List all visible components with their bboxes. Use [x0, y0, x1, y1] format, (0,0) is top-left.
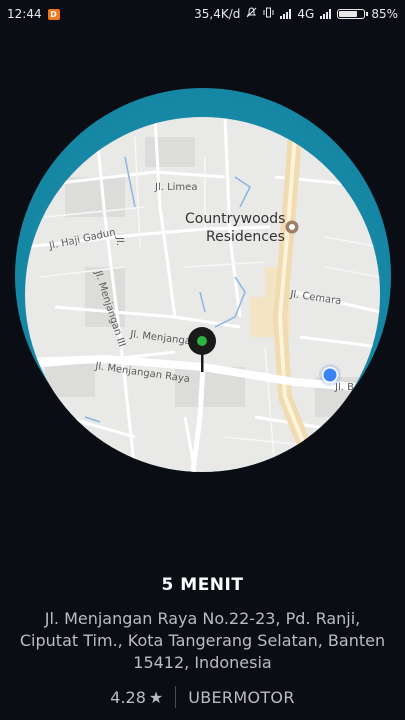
star-icon: ★ [148, 687, 164, 707]
poi-label-line2: Residences [206, 229, 285, 245]
current-location-icon [319, 364, 341, 386]
pickup-map[interactable]: Jl. Limea Jl. Haji Gadun Jl. Jl. Menjang… [25, 117, 380, 472]
street-label-small: Jl. [114, 236, 125, 246]
poi-label-line1: Countrywoods [185, 211, 285, 227]
signal-icon-sim2 [320, 9, 332, 19]
vehicle-type: UBERMOTOR [188, 687, 295, 707]
street-label-partial: Jl. B [334, 382, 354, 393]
signal-icon-sim1 [280, 9, 292, 19]
vibrate-icon [263, 7, 274, 21]
status-bar: 12:44 D 35,4K/d 4G 85% [0, 0, 405, 28]
mute-icon [246, 7, 257, 21]
rating-value: 4.28 [110, 687, 146, 707]
map-canvas: Jl. Limea Jl. Haji Gadun Jl. Jl. Menjang… [25, 117, 380, 472]
network-type: 4G [297, 7, 315, 21]
clock: 12:44 [7, 7, 42, 21]
uber-request-screen: 12:44 D 35,4K/d 4G 85% Jl. Limea Jl. Haj… [0, 0, 405, 720]
poi-marker-icon[interactable] [285, 220, 299, 234]
driver-meta: 4.28 ★ UBERMOTOR [0, 686, 405, 708]
driver-rating: 4.28 ★ [110, 688, 175, 707]
network-speed: 35,4K/d [194, 7, 241, 21]
address-line: Jl. Menjangan Raya No.22-23, Pd. Ranji, [44, 609, 361, 628]
battery-percentage: 85% [371, 7, 398, 21]
street-label-limea: Jl. Limea [154, 182, 197, 193]
eta-label: 5 MENIT [161, 575, 244, 595]
pickup-address[interactable]: Jl. Menjangan Raya No.22-23, Pd. Ranji, … [8, 608, 397, 674]
address-line: 15412, Indonesia [133, 653, 272, 672]
battery-icon [337, 9, 369, 19]
notification-app-icon: D [47, 8, 60, 20]
address-line: Ciputat Tim., Kota Tangerang Selatan, Ba… [19, 631, 386, 650]
